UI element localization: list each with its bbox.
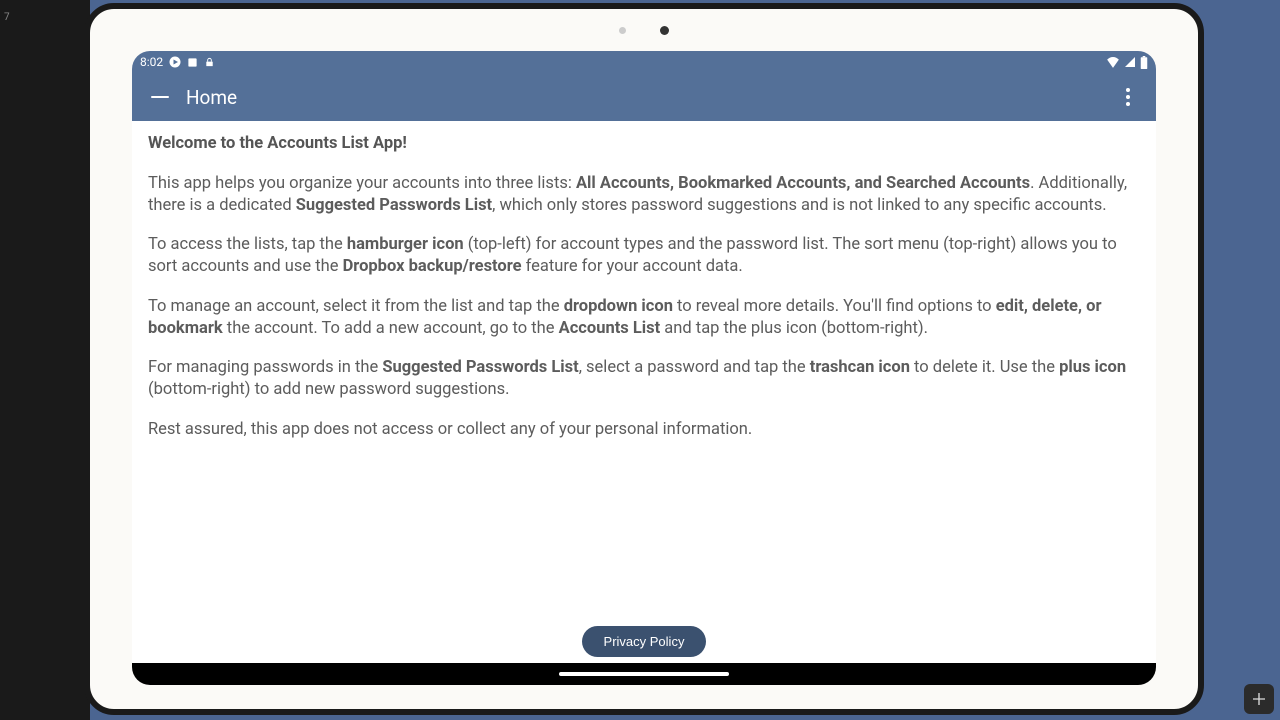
- nav-pill[interactable]: [559, 672, 729, 676]
- background-panel: 7: [0, 0, 90, 720]
- access-paragraph: To access the lists, tap the hamburger i…: [148, 234, 1140, 278]
- camera-bar: [90, 9, 1198, 51]
- privacy-note-paragraph: Rest assured, this app does not access o…: [148, 419, 1140, 441]
- text-bold: trashcan icon: [810, 358, 910, 377]
- camera-dot-dark: [660, 26, 669, 35]
- text-bold: All Accounts, Bookmarked Accounts, and S…: [576, 174, 1030, 193]
- tablet-frame: 8:02: [84, 3, 1204, 715]
- fab-plus-button[interactable]: [1244, 684, 1274, 714]
- background-line-number: 7: [4, 12, 10, 23]
- status-bar: 8:02: [132, 51, 1156, 73]
- text-bold: Accounts List: [559, 319, 661, 338]
- welcome-heading: Welcome to the Accounts List App!: [148, 133, 1140, 155]
- text-bold: plus icon: [1059, 358, 1126, 377]
- play-store-icon: [169, 56, 181, 68]
- text-run: to delete it. Use the: [910, 358, 1059, 377]
- hamburger-icon[interactable]: [140, 77, 180, 117]
- privacy-policy-button[interactable]: Privacy Policy: [582, 626, 707, 657]
- text-run: feature for your account data.: [522, 257, 743, 276]
- manage-passwords-paragraph: For managing passwords in the Suggested …: [148, 357, 1140, 401]
- nav-bar: [132, 663, 1156, 685]
- text-run: to reveal more details. You'll find opti…: [673, 297, 996, 316]
- text-run: For managing passwords in the: [148, 358, 382, 377]
- statusbar-time: 8:02: [140, 55, 163, 69]
- plus-icon: [1251, 691, 1267, 707]
- text-run: the account. To add a new account, go to…: [223, 319, 559, 338]
- text-run: , select a password and tap the: [579, 358, 810, 377]
- text-run: , which only stores password suggestions…: [492, 196, 1106, 215]
- text-bold: Suggested Passwords List: [296, 196, 492, 215]
- text-run: To manage an account, select it from the…: [148, 297, 564, 316]
- text-run: (bottom-right) to add new password sugge…: [148, 380, 510, 399]
- more-vert-icon[interactable]: [1108, 77, 1148, 117]
- text-bold: Dropbox backup/restore: [343, 257, 522, 276]
- lock-icon: [204, 57, 215, 68]
- app-bar: Home: [132, 73, 1156, 121]
- notification-icon: [187, 57, 198, 68]
- intro-paragraph: This app helps you organize your account…: [148, 173, 1140, 217]
- page-title: Home: [186, 86, 237, 109]
- camera-dot-light: [619, 27, 626, 34]
- device-screen: 8:02: [132, 51, 1156, 685]
- text-run: To access the lists, tap the: [148, 235, 347, 254]
- battery-icon: [1140, 56, 1148, 69]
- text-run: This app helps you organize your account…: [148, 174, 576, 193]
- text-bold: hamburger icon: [347, 235, 464, 254]
- bottom-area: Privacy Policy: [132, 626, 1156, 663]
- text-bold: dropdown icon: [564, 297, 673, 316]
- text-bold: Suggested Passwords List: [382, 358, 578, 377]
- main-content: Welcome to the Accounts List App! This a…: [132, 121, 1156, 626]
- text-run: and tap the plus icon (bottom-right).: [660, 319, 928, 338]
- wifi-icon: [1106, 56, 1120, 68]
- cell-signal-icon: [1124, 56, 1136, 68]
- manage-account-paragraph: To manage an account, select it from the…: [148, 296, 1140, 340]
